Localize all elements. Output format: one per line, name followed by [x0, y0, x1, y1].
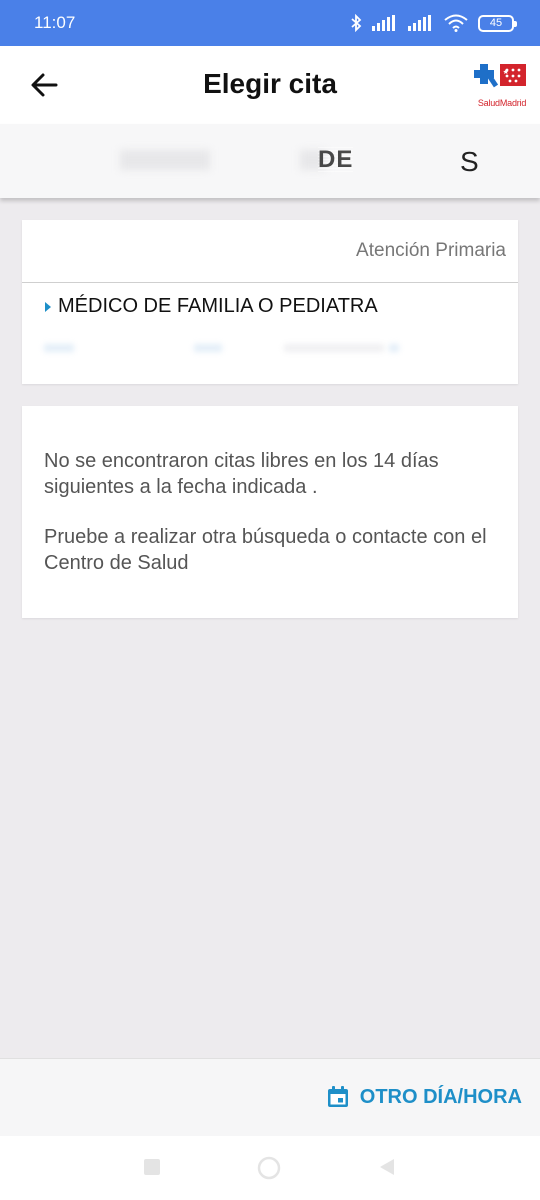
specialty-row: MÉDICO DE FAMILIA O PEDIATRA: [44, 295, 378, 318]
status-icons: 45: [350, 14, 517, 32]
no-appointments-message: No se encontraron citas libres en los 14…: [44, 450, 439, 498]
date-partial-text: DE: [318, 146, 354, 174]
square-icon[interactable]: [143, 1158, 161, 1176]
other-date-label: OTRO DÍA/HORA: [359, 1085, 522, 1108]
date-strip[interactable]: DE S: [0, 124, 540, 198]
care-type-label: Atención Primaria: [356, 240, 506, 261]
status-time: 11:07: [34, 13, 76, 32]
date-letter: S: [460, 146, 479, 177]
battery-level: 45: [489, 17, 503, 29]
wifi-icon: [444, 14, 468, 32]
logo-text: SaludMadrid: [477, 98, 527, 108]
triangle-icon[interactable]: [378, 1158, 396, 1176]
divider: [22, 282, 518, 283]
signal-icon-2: [408, 15, 431, 31]
page-title: Elegir cita: [203, 68, 337, 99]
logo-mark: [474, 64, 526, 88]
no-appointments-card: No se encontraron citas libres en los 14…: [22, 406, 518, 618]
appointment-info-card: Atención Primaria MÉDICO DE FAMILIA O PE…: [22, 220, 518, 384]
other-date-button[interactable]: OTRO DÍA/HORA: [326, 1085, 522, 1109]
calendar-icon: [327, 1086, 348, 1107]
blurred-date-text: [120, 150, 210, 170]
salud-madrid-logo: SaludMadrid: [474, 60, 530, 110]
contact-suggestion-message: Pruebe a realizar otra búsqueda o contac…: [44, 526, 487, 574]
specialty-label: MÉDICO DE FAMILIA O PEDIATRA: [58, 295, 378, 317]
blurred-doctor-name: [44, 338, 404, 362]
signal-icon: [372, 15, 395, 31]
bluetooth-icon: [351, 14, 362, 32]
bottom-action-bar: OTRO DÍA/HORA: [0, 1058, 540, 1136]
status-bar: 11:07 45: [0, 0, 540, 46]
caret-right-icon: [45, 301, 51, 312]
app-header: Elegir cita SaludMadrid: [0, 46, 540, 124]
battery-icon: 45: [478, 14, 517, 32]
system-nav-bar: [0, 1136, 540, 1200]
circle-icon[interactable]: [257, 1156, 281, 1180]
